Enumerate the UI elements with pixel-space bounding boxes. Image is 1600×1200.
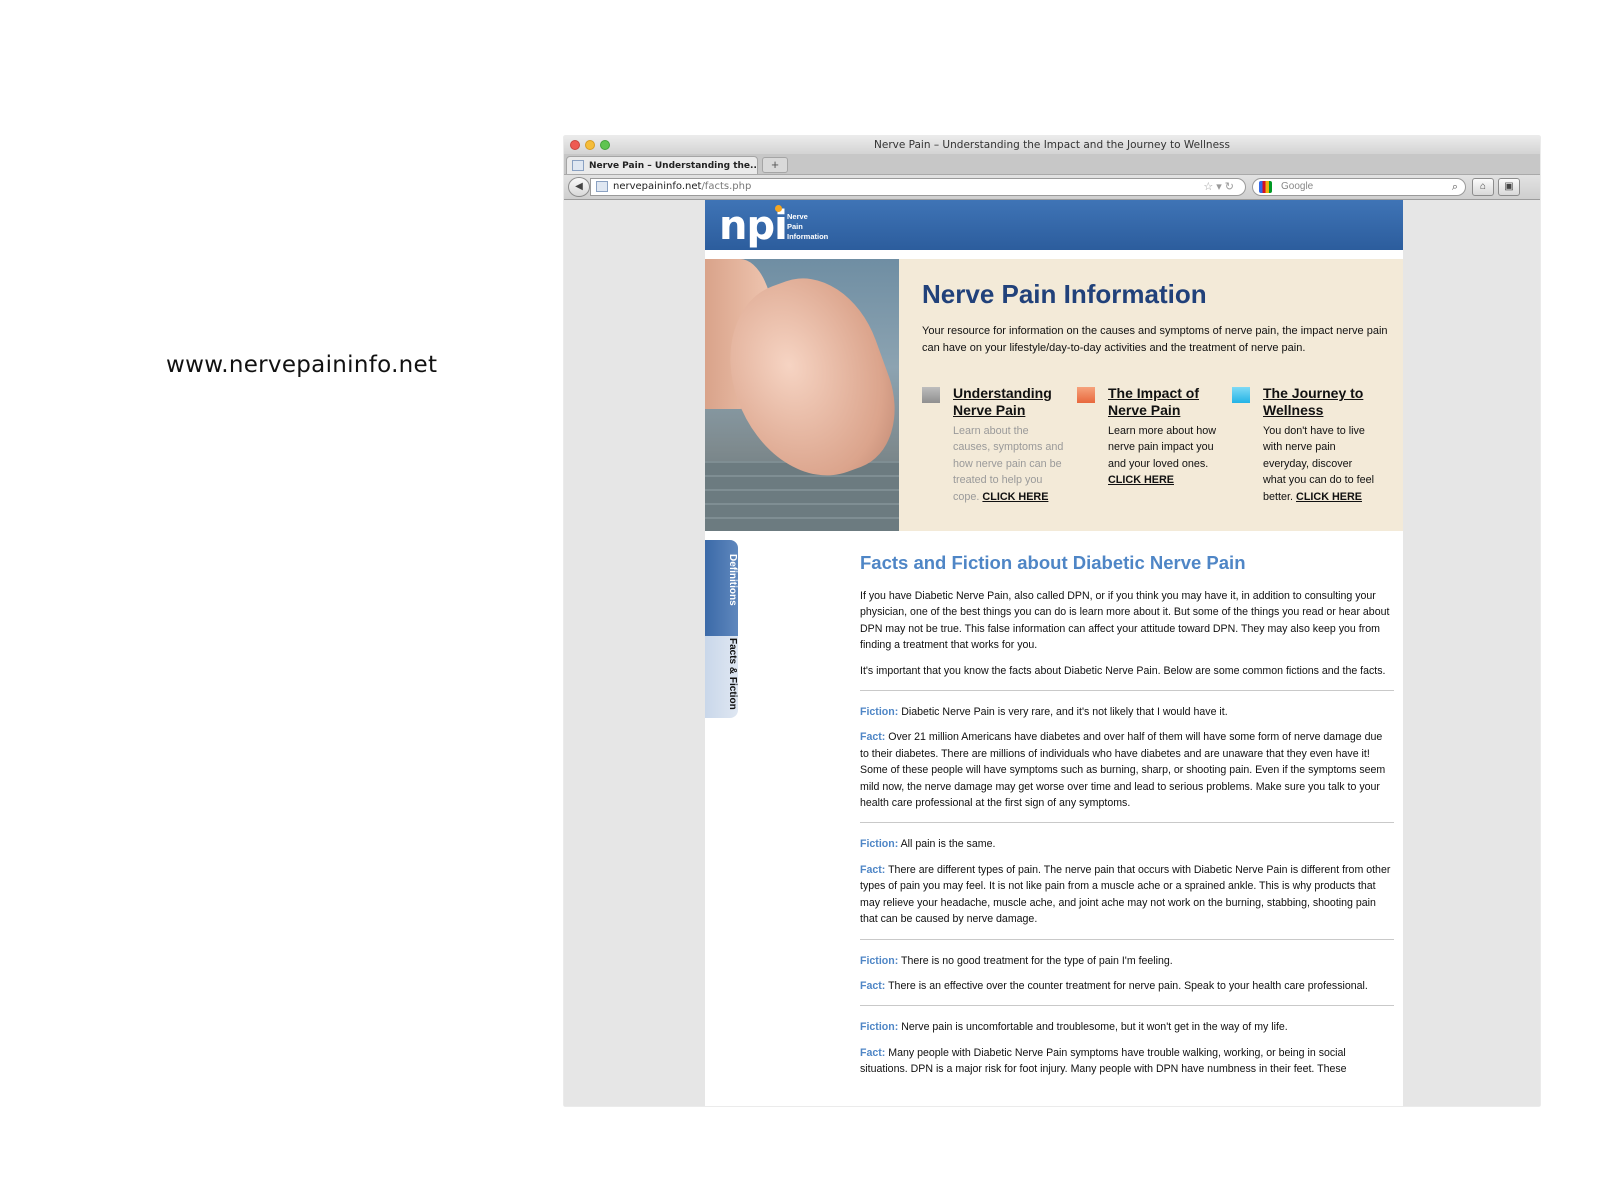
fact-text: There are different types of pain. The n… [860,863,1391,926]
bookmarks-button[interactable]: ▣ [1498,178,1520,196]
divider [860,1005,1394,1007]
column-description: Learn more about how nerve pain impact y… [1108,425,1217,470]
page-favicon-icon [572,160,584,171]
click-here-link[interactable]: CLICK HERE [1108,474,1174,486]
close-window-button[interactable] [570,140,580,150]
tab-bar: Nerve Pain – Understanding the... + [564,154,1540,175]
logo-subtitle: Nerve Pain Information [787,212,828,242]
reload-icon[interactable]: ↻ [1225,180,1237,193]
minimize-window-button[interactable] [585,140,595,150]
divider [860,690,1394,692]
google-engine-icon[interactable] [1259,181,1272,193]
orange-square-icon [1077,387,1095,403]
fiction-label: Fiction: [860,954,899,967]
logo-sub-line: Nerve [787,212,808,221]
search-placeholder: Google [1281,181,1314,192]
search-bar[interactable]: Google ⌕ [1252,178,1466,196]
site-header: npi Nerve Pain Information [705,200,1403,250]
click-here-link[interactable]: CLICK HERE [1296,491,1362,503]
logo-sub-line: Information [787,232,829,241]
fact-text: Over 21 million Americans have diabetes … [860,731,1386,810]
fiction-label: Fiction: [860,1021,899,1034]
journey-to-wellness-link[interactable]: The Journey to Wellness [1263,385,1375,419]
fiction-item: Fiction: There is no good treatment for … [860,953,1394,969]
navigation-toolbar: ◀ nervepaininfo.net/facts.php ☆▾↻ Google… [564,175,1540,200]
site-identity-icon [596,181,608,192]
zoom-window-button[interactable] [600,140,610,150]
fiction-label: Fiction: [860,838,899,851]
address-bar[interactable]: nervepaininfo.net/facts.php ☆▾↻ [590,178,1246,196]
fiction-label: Fiction: [860,706,899,719]
window-titlebar: Nerve Pain – Understanding the Impact an… [564,136,1540,154]
window-title: Nerve Pain – Understanding the Impact an… [874,139,1230,151]
blue-square-icon [1232,387,1250,403]
tab-facts-fiction[interactable]: Facts & Fiction [705,636,738,718]
impact-of-nerve-pain-link[interactable]: The Impact of Nerve Pain [1108,385,1220,419]
content-title: Facts and Fiction about Diabetic Nerve P… [860,552,1246,573]
fact-item: Fact: Many people with Diabetic Nerve Pa… [860,1045,1394,1078]
fiction-text: All pain is the same. [900,838,996,851]
tab-definitions[interactable]: Definitions [705,540,738,640]
fiction-text: Diabetic Nerve Pain is very rare, and it… [901,706,1228,719]
main-content: Facts and Fiction about Diabetic Nerve P… [860,552,1394,1087]
intro-paragraph: It's important that you know the facts a… [860,664,1386,677]
hero-title: Nerve Pain Information [922,279,1207,309]
window-controls [570,140,610,150]
url-path: /facts.php [701,181,752,192]
browser-tab[interactable]: Nerve Pain – Understanding the... [566,156,758,174]
web-page: npi Nerve Pain Information Nerve Pain In… [705,200,1403,1106]
bookmark-star-icon[interactable]: ☆ [1203,180,1216,193]
column-text: Learn more about how nerve pain impact y… [1108,423,1220,489]
url-actions: ☆▾↻ [1203,179,1237,195]
fact-label: Fact: [860,731,886,744]
fiction-text: Nerve pain is uncomfortable and troubles… [901,1021,1288,1034]
fiction-item: Fiction: All pain is the same. [860,836,1394,852]
understanding-nerve-pain-link[interactable]: Understanding Nerve Pain [953,385,1065,419]
slide-caption: www.nervepaininfo.net [166,352,438,378]
fact-text: Many people with Diabetic Nerve Pain sym… [860,1046,1347,1076]
click-here-link[interactable]: CLICK HERE [982,491,1048,503]
fact-item: Fact: Over 21 million Americans have dia… [860,729,1394,811]
fiction-text: There is no good treatment for the type … [901,954,1173,967]
column-text: Learn about the causes, symptoms and how… [953,423,1065,505]
column-text: You don't have to live with nerve pain e… [1263,423,1375,505]
hero-banner: Nerve Pain Information Your resource for… [705,259,1403,531]
url-domain: nervepaininfo.net [613,181,702,192]
logo-dot [775,205,782,212]
foot-photo [705,259,899,531]
logo-sub-line: Pain [787,222,803,231]
intro-paragraph: If you have Diabetic Nerve Pain, also ca… [860,590,1390,652]
photo-floor [705,461,899,531]
fact-item: Fact: There is an effective over the cou… [860,978,1394,994]
divider [860,938,1394,940]
fiction-item: Fiction: Diabetic Nerve Pain is very rar… [860,704,1394,720]
browser-window: Nerve Pain – Understanding the Impact an… [564,136,1540,1106]
hero-description: Your resource for information on the cau… [922,325,1388,354]
back-button[interactable]: ◀ [568,177,590,197]
home-button[interactable]: ⌂ [1472,178,1494,196]
gray-square-icon [922,387,940,403]
history-dropdown-icon[interactable]: ▾ [1216,180,1225,193]
fact-label: Fact: [860,979,886,992]
fiction-item: Fiction: Nerve pain is uncomfortable and… [860,1019,1394,1035]
fact-text: There is an effective over the counter t… [888,979,1368,992]
browser-tab-label: Nerve Pain – Understanding the... [589,161,758,171]
new-tab-button[interactable]: + [762,157,788,173]
fact-item: Fact: There are different types of pain.… [860,862,1394,928]
search-icon[interactable]: ⌕ [1452,179,1458,195]
fact-label: Fact: [860,1046,886,1059]
divider [860,822,1394,824]
fact-label: Fact: [860,863,886,876]
